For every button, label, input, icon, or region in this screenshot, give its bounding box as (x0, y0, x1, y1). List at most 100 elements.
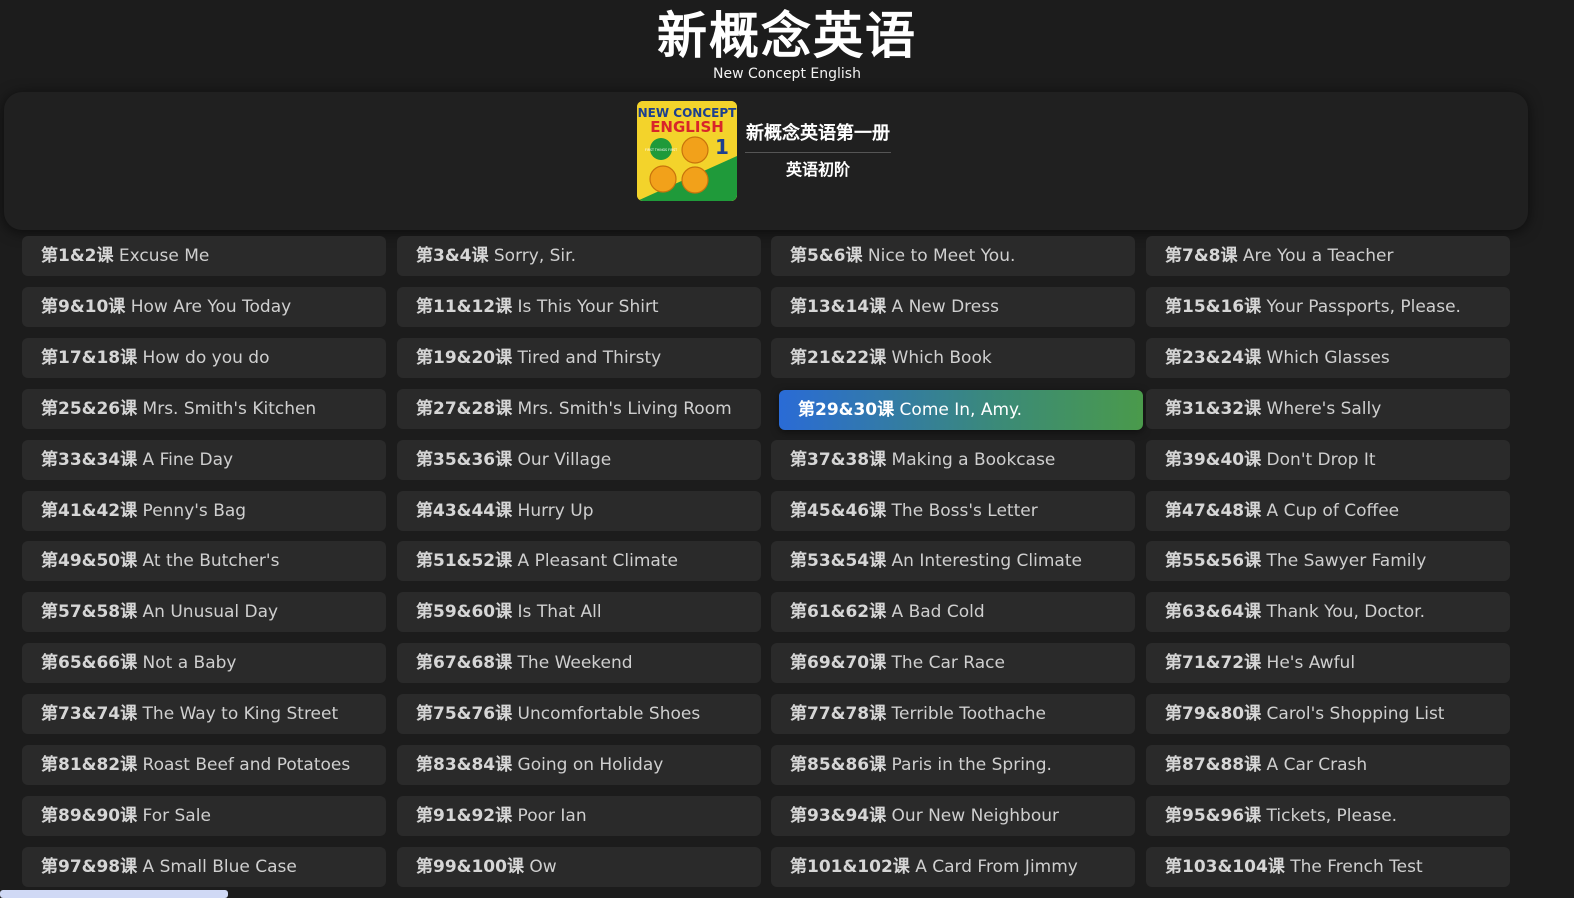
lesson-item[interactable]: 第21&22课 Which Book (771, 337, 1135, 378)
lesson-item[interactable]: 第93&94课 Our New Neighbour (771, 795, 1135, 836)
lesson-item[interactable]: 第5&6课 Nice to Meet You. (771, 236, 1135, 276)
lesson-number: 第29&30课 (798, 399, 895, 420)
cover-badge: FIRST THINGS FIRST (645, 148, 677, 152)
lesson-item[interactable]: 第85&86课 Paris in the Spring. (771, 745, 1135, 785)
lesson-title: Tickets, Please. (1266, 805, 1398, 826)
lesson-number: 第35&36课 (416, 449, 513, 470)
lesson-number: 第85&86课 (790, 755, 887, 775)
lesson-number: 第37&38课 (790, 449, 887, 470)
lesson-item[interactable]: 第73&74课 The Way to King Street (22, 694, 386, 735)
lesson-item[interactable]: 第13&14课 A New Dress (771, 286, 1135, 327)
lesson-item[interactable]: 第53&54课 An Interesting Climate (771, 541, 1135, 582)
lesson-item[interactable]: 第59&60课 Is That All (397, 592, 761, 633)
lesson-item[interactable]: 第11&12课 Is This Your Shirt (397, 286, 761, 327)
lesson-number: 第17&18课 (41, 347, 138, 368)
lesson-title: Hurry Up (517, 500, 594, 521)
lesson-item[interactable]: 第41&42课 Penny's Bag (22, 490, 386, 531)
lesson-title: A New Dress (891, 296, 999, 317)
lesson-item[interactable]: 第39&40课 Don't Drop It (1146, 439, 1510, 480)
lesson-item[interactable]: 第35&36课 Our Village (397, 439, 761, 480)
lesson-item[interactable]: 第57&58课 An Unusual Day (22, 592, 386, 633)
lesson-item[interactable]: 第51&52课 A Pleasant Climate (397, 541, 761, 582)
lesson-item[interactable]: 第65&66课 Not a Baby (22, 643, 386, 684)
lesson-item[interactable]: 第37&38课 Making a Bookcase (771, 439, 1135, 480)
lesson-number: 第89&90课 (41, 805, 138, 826)
lesson-title: An Interesting Climate (891, 551, 1082, 572)
lesson-item[interactable]: 第15&16课 Your Passports, Please. (1146, 286, 1510, 327)
lesson-item[interactable]: 第3&4课 Sorry, Sir. (397, 236, 761, 276)
lesson-item[interactable]: 第99&100课 Ow (397, 846, 761, 887)
lesson-item[interactable]: 第7&8课 Are You a Teacher (1146, 236, 1510, 276)
scroll-indicator[interactable] (0, 890, 228, 898)
book-cover-image[interactable]: NEW CONCEPT ENGLISH FIRST THINGS FIRST 1 (637, 101, 737, 201)
lesson-number: 第51&52课 (416, 551, 513, 572)
lesson-item[interactable]: 第87&88课 A Car Crash (1146, 745, 1510, 785)
lesson-item[interactable]: 第103&104课 The French Test (1146, 846, 1510, 887)
lesson-number: 第95&96课 (1165, 805, 1262, 826)
lesson-item[interactable]: 第95&96课 Tickets, Please. (1146, 795, 1510, 836)
lesson-title: The Way to King Street (142, 704, 339, 725)
lesson-number: 第67&68课 (416, 653, 513, 674)
lesson-title: Terrible Toothache (891, 704, 1047, 725)
lesson-title: A Pleasant Climate (517, 551, 678, 572)
lesson-title: A Fine Day (142, 449, 234, 470)
lesson-title: Is That All (517, 602, 602, 623)
lesson-number: 第99&100课 (416, 856, 524, 877)
lesson-item[interactable]: 第25&26课 Mrs. Smith's Kitchen (22, 388, 386, 429)
lesson-item[interactable]: 第77&78课 Terrible Toothache (771, 694, 1135, 735)
lesson-item[interactable]: 第17&18课 How do you do (22, 337, 386, 378)
lesson-item[interactable]: 第49&50课 At the Butcher's (22, 541, 386, 582)
lesson-title: Poor Ian (517, 805, 587, 826)
lesson-number: 第101&102课 (790, 856, 910, 877)
lesson-title: Your Passports, Please. (1266, 296, 1461, 317)
lesson-item[interactable]: 第67&68课 The Weekend (397, 643, 761, 684)
lesson-item[interactable]: 第29&30课 Come In, Amy. (779, 389, 1143, 430)
lesson-item[interactable]: 第75&76课 Uncomfortable Shoes (397, 694, 761, 735)
lesson-item[interactable]: 第63&64课 Thank You, Doctor. (1146, 592, 1510, 633)
lesson-item[interactable]: 第55&56课 The Sawyer Family (1146, 541, 1510, 582)
lesson-number: 第15&16课 (1165, 296, 1262, 317)
lesson-number: 第69&70课 (790, 653, 887, 674)
lesson-number: 第49&50课 (41, 551, 138, 572)
lesson-number: 第5&6课 (790, 246, 863, 266)
lesson-number: 第83&84课 (416, 755, 513, 775)
lesson-number: 第91&92课 (416, 805, 513, 826)
lesson-title: At the Butcher's (142, 551, 280, 572)
lesson-number: 第19&20课 (416, 347, 513, 368)
lesson-item[interactable]: 第27&28课 Mrs. Smith's Living Room (397, 388, 761, 429)
lesson-item[interactable]: 第83&84课 Going on Holiday (397, 745, 761, 785)
lesson-item[interactable]: 第31&32课 Where's Sally (1146, 388, 1510, 429)
lesson-number: 第13&14课 (790, 296, 887, 317)
lesson-item[interactable]: 第69&70课 The Car Race (771, 643, 1135, 684)
lesson-number: 第75&76课 (416, 704, 513, 725)
lesson-item[interactable]: 第89&90课 For Sale (22, 795, 386, 836)
lesson-item[interactable]: 第33&34课 A Fine Day (22, 439, 386, 480)
lesson-title: Not a Baby (142, 653, 237, 674)
cover-line2: ENGLISH (650, 118, 724, 136)
lesson-item[interactable]: 第79&80课 Carol's Shopping List (1146, 694, 1510, 735)
lesson-item[interactable]: 第9&10课 How Are You Today (22, 286, 386, 327)
lesson-item[interactable]: 第71&72课 He's Awful (1146, 643, 1510, 684)
lesson-item[interactable]: 第45&46课 The Boss's Letter (771, 490, 1135, 531)
lesson-title: Don't Drop It (1266, 449, 1376, 470)
lesson-item[interactable]: 第1&2课 Excuse Me (22, 236, 386, 276)
lesson-item[interactable]: 第97&98课 A Small Blue Case (22, 846, 386, 887)
lesson-item[interactable]: 第23&24课 Which Glasses (1146, 337, 1510, 378)
lesson-title: A Small Blue Case (142, 856, 297, 877)
lesson-number: 第97&98课 (41, 856, 138, 877)
lesson-item[interactable]: 第101&102课 A Card From Jimmy (771, 846, 1135, 887)
lesson-title: How do you do (142, 347, 270, 368)
lesson-number: 第55&56课 (1165, 551, 1262, 572)
lesson-item[interactable]: 第47&48课 A Cup of Coffee (1146, 490, 1510, 531)
lesson-number: 第43&44课 (416, 500, 513, 521)
lesson-item[interactable]: 第61&62课 A Bad Cold (771, 592, 1135, 633)
lesson-title: Ow (529, 856, 557, 877)
lesson-item[interactable]: 第91&92课 Poor Ian (397, 795, 761, 836)
lesson-item[interactable]: 第81&82课 Roast Beef and Potatoes (22, 745, 386, 785)
lesson-item[interactable]: 第43&44课 Hurry Up (397, 490, 761, 531)
book-level: 英语初阶 (785, 160, 850, 179)
lesson-title: Our New Neighbour (891, 805, 1059, 826)
lesson-title: Going on Holiday (517, 755, 664, 775)
lesson-number: 第71&72课 (1165, 653, 1262, 674)
lesson-item[interactable]: 第19&20课 Tired and Thirsty (397, 337, 761, 378)
